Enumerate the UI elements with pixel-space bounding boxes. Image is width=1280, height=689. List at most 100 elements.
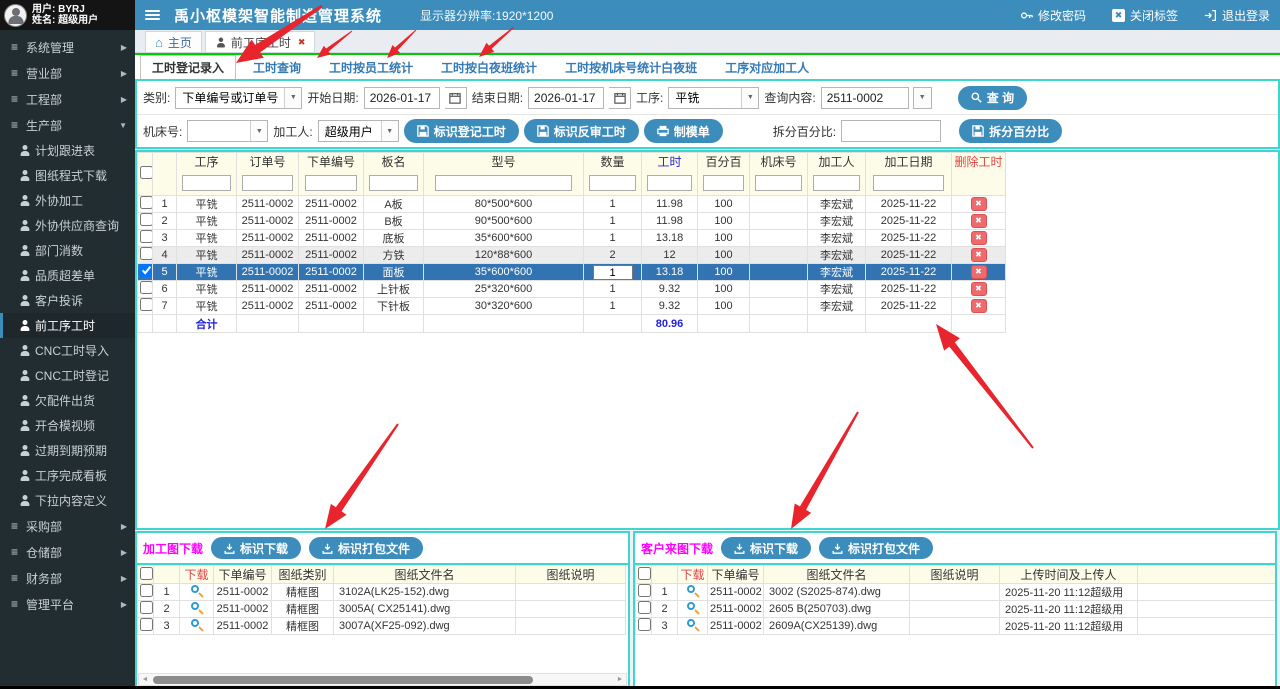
column-filter-input[interactable] [305,175,358,191]
search-button[interactable]: 查 询 [958,86,1027,110]
scroll-left-icon[interactable]: ◄ [139,674,151,685]
delete-row-button[interactable]: ✖ [971,299,987,313]
hamburger-menu-icon[interactable] [145,10,160,20]
sidebar-item[interactable]: ≡ 外协加工 [0,188,135,213]
row-checkbox[interactable] [140,196,153,209]
calendar-icon[interactable] [609,87,631,109]
column-filter-input[interactable] [873,175,944,191]
tab-current-page[interactable]: 前工序工时 ✖ [205,31,316,52]
preview-magnifier-icon[interactable] [191,619,203,631]
category-select[interactable]: 下单编号或订单号 ▼ [175,87,302,109]
row-checkbox[interactable] [140,298,153,311]
package-marked-button[interactable]: 标识打包文件 [309,537,423,559]
query-content-input[interactable] [821,87,909,109]
sidebar-item[interactable]: ≡ 财务部 ▶ [0,565,135,591]
mold-sheet-button[interactable]: 制模单 [644,119,723,143]
machine-select[interactable]: ▼ [187,120,268,142]
sidebar-item[interactable]: ≡ 客户投诉 [0,288,135,313]
download-marked-button[interactable]: 标识下载 [211,537,301,559]
sidebar-item[interactable]: ≡ 外协供应商查询 [0,213,135,238]
table-row[interactable]: 5 平铣 2511-0002 2511-0002 面板 35*600*600 1… [138,264,1006,281]
column-filter-input[interactable] [182,175,230,191]
close-tabs-link[interactable]: ✖ 关闭标签 [1112,7,1178,24]
query-content-dropdown[interactable]: ▼ [913,87,932,109]
subtab[interactable]: 工序对应加工人 [714,56,820,79]
sidebar-item[interactable]: ≡ 部门消数 [0,238,135,263]
row-checkbox[interactable] [140,247,153,260]
row-checkbox[interactable] [638,584,651,597]
sidebar-item[interactable]: ≡ 系统管理 ▶ [0,34,135,60]
scroll-right-icon[interactable]: ► [614,674,626,685]
preview-magnifier-icon[interactable] [687,619,699,631]
table-row[interactable]: 4 平铣 2511-0002 2511-0002 方铁 120*88*600 2… [138,247,1006,264]
column-filter-input[interactable] [589,175,636,191]
column-filter-input[interactable] [242,175,292,191]
file-row[interactable]: 3 2511-0002 精框图 3007A(XF25-092).dwg [138,618,626,635]
row-checkbox[interactable] [140,230,153,243]
sidebar-item[interactable]: ≡ 管理平台 ▶ [0,591,135,617]
column-filter-input[interactable] [647,175,692,191]
subtab[interactable]: 工时按员工统计 [318,56,424,79]
subtab[interactable]: 工时查询 [242,56,312,79]
split-percent-input[interactable] [841,120,941,142]
delete-row-button[interactable]: ✖ [971,282,987,296]
delete-row-button[interactable]: ✖ [971,214,987,228]
horizontal-scrollbar[interactable]: ◄ ► [138,673,627,686]
delete-row-button[interactable]: ✖ [971,197,987,211]
sidebar-item[interactable]: ≡ 开合模视频 [0,413,135,438]
table-row[interactable]: 6 平铣 2511-0002 2511-0002 上针板 25*320*600 … [138,281,1006,298]
start-date-input[interactable] [364,87,440,109]
file-row[interactable]: 2 2511-0002 2605 B(250703).dwg 2025-11-2… [636,601,1276,618]
sidebar-item[interactable]: ≡ 生产部 ▼ [0,112,135,138]
subtab[interactable]: 工时按机床号统计白夜班 [554,56,708,79]
sidebar-item[interactable]: ≡ CNC工时登记 [0,363,135,388]
row-checkbox[interactable] [638,601,651,614]
worker-select[interactable]: 超级用户 ▼ [318,120,399,142]
select-all-checkbox[interactable] [140,166,153,179]
split-percent-button[interactable]: 拆分百分比 [959,119,1062,143]
end-date-input[interactable] [528,87,604,109]
file-row[interactable]: 1 2511-0002 精框图 3102A(LK25-152).dwg [138,584,626,601]
sidebar-item[interactable]: ≡ 过期到期预期 [0,438,135,463]
column-filter-input[interactable] [703,175,744,191]
subtab[interactable]: 工时按白夜班统计 [430,56,548,79]
tab-home[interactable]: ⌂ 主页 [145,31,202,52]
sidebar-item[interactable]: ≡ 下拉内容定义 [0,488,135,513]
column-filter-input[interactable] [435,175,571,191]
row-checkbox[interactable] [140,213,153,226]
column-filter-input[interactable] [813,175,860,191]
row-checkbox[interactable] [638,618,651,631]
row-checkbox[interactable] [140,584,153,597]
sidebar-item[interactable]: ≡ 欠配件出货 [0,388,135,413]
register-hours-button[interactable]: 标识登记工时 [404,119,519,143]
sidebar-item[interactable]: ≡ 采购部 ▶ [0,513,135,539]
preview-magnifier-icon[interactable] [191,602,203,614]
sidebar-item[interactable]: ≡ 计划跟进表 [0,138,135,163]
select-all-checkbox[interactable] [638,567,651,580]
column-filter-input[interactable] [755,175,802,191]
row-checkbox[interactable] [140,264,153,277]
change-password-link[interactable]: 修改密码 [1020,7,1086,24]
row-checkbox[interactable] [140,618,153,631]
sidebar-item[interactable]: ≡ 前工序工时 [0,313,135,338]
package-marked-button[interactable]: 标识打包文件 [819,537,933,559]
sidebar-item[interactable]: ≡ 工序完成看板 [0,463,135,488]
sidebar-item[interactable]: ≡ 仓储部 ▶ [0,539,135,565]
sidebar-item[interactable]: ≡ CNC工时导入 [0,338,135,363]
file-row[interactable]: 3 2511-0002 2609A(CX25139).dwg 2025-11-2… [636,618,1276,635]
delete-row-button[interactable]: ✖ [971,248,987,262]
sidebar-item[interactable]: ≡ 营业部 ▶ [0,60,135,86]
file-row[interactable]: 2 2511-0002 精框图 3005A( CX25141).dwg [138,601,626,618]
table-row[interactable]: 2 平铣 2511-0002 2511-0002 B板 90*500*600 1… [138,213,1006,230]
sidebar-item[interactable]: ≡ 图纸程式下载 [0,163,135,188]
sidebar-item[interactable]: ≡ 品质超差单 [0,263,135,288]
delete-row-button[interactable]: ✖ [971,265,987,279]
calendar-icon[interactable] [445,87,467,109]
row-checkbox[interactable] [140,281,153,294]
reverse-audit-button[interactable]: 标识反审工时 [524,119,639,143]
tab-close-icon[interactable]: ✖ [298,37,306,48]
table-row[interactable]: 7 平铣 2511-0002 2511-0002 下针板 30*320*600 … [138,298,1006,315]
subtab[interactable]: 工时登记录入 [140,55,236,80]
logout-link[interactable]: 退出登录 [1204,7,1270,24]
select-all-checkbox[interactable] [140,567,153,580]
